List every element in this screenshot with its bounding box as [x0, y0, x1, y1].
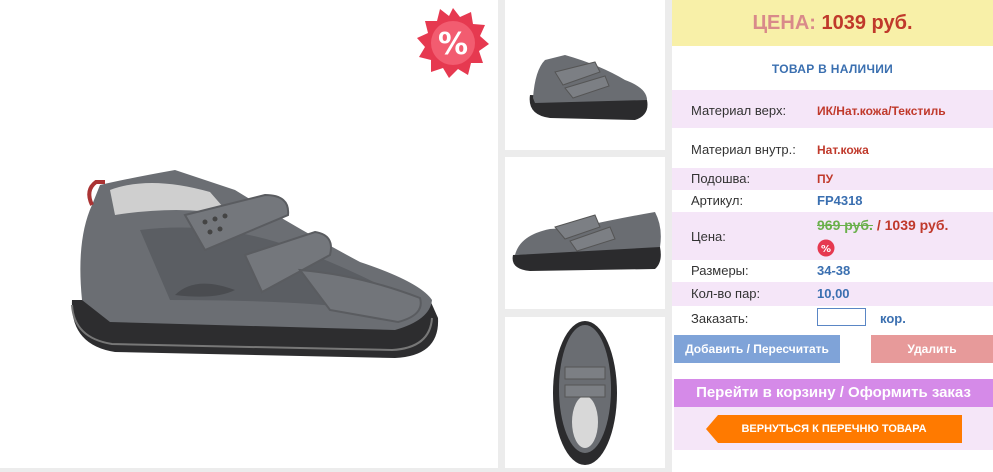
spec-value: 10,00 [817, 286, 850, 301]
spec-row-order: Заказать: кор. [672, 308, 993, 331]
spec-label: Цена: [691, 229, 726, 244]
spec-label: Размеры: [691, 263, 749, 278]
price-value: 1039 руб. [821, 12, 913, 34]
price-separator: / [872, 217, 885, 233]
spec-value: ПУ [817, 172, 834, 186]
spec-row-sole: Подошва: ПУ [672, 168, 993, 190]
svg-text:%: % [821, 244, 831, 255]
spec-row-material-top: Материал верх: ИК/Нат.кожа/Текстиль [672, 90, 993, 128]
thumbnail-2[interactable] [505, 157, 665, 309]
spec-row-sizes: Размеры: 34-38 [672, 260, 993, 282]
spec-value: Нат.кожа [817, 143, 869, 157]
spec-label: Кол-во пар: [691, 286, 761, 301]
back-button-container: ВЕРНУТЬСЯ К ПЕРЕЧНЮ ТОВАРА [674, 407, 993, 450]
price-header: ЦЕНА: 1039 руб. [672, 0, 993, 46]
main-product-image[interactable]: % [0, 0, 498, 468]
spec-label: Материал верх: [691, 103, 787, 118]
spec-label: Заказать: [691, 311, 749, 326]
svg-text:%: % [438, 27, 468, 62]
shoe-thumbnail-top [553, 321, 617, 465]
thumbnail-1[interactable] [505, 0, 665, 150]
spec-label: Подошва: [691, 171, 751, 186]
spec-label: Материал внутр.: [691, 142, 796, 157]
spec-value: FP4318 [817, 193, 863, 208]
spec-value: ИК/Нат.кожа/Текстиль [817, 104, 946, 118]
spec-row-article: Артикул: FP4318 [672, 190, 993, 212]
spec-value: 34-38 [817, 263, 851, 278]
spec-row-price: Цена: 969 руб. / 1039 руб. % [672, 212, 993, 260]
discount-mini-icon: % [817, 239, 835, 257]
price-label: ЦЕНА: [752, 12, 816, 34]
delete-button[interactable]: Удалить [871, 335, 993, 363]
back-to-list-button[interactable]: ВЕРНУТЬСЯ К ПЕРЕЧНЮ ТОВАРА [706, 415, 962, 443]
thumbnail-3[interactable] [505, 317, 665, 468]
spec-label: Артикул: [691, 193, 744, 208]
order-quantity-input[interactable] [817, 308, 866, 326]
add-recalculate-button[interactable]: Добавить / Пересчитать [674, 335, 840, 363]
product-info-panel: ЦЕНА: 1039 руб. ТОВАР В НАЛИЧИИ Материал… [672, 0, 993, 472]
discount-badge-icon: % [417, 8, 489, 78]
new-price: 1039 руб. [884, 217, 949, 233]
stock-status: ТОВАР В НАЛИЧИИ [771, 62, 894, 76]
old-price: 969 руб. [817, 217, 873, 233]
spec-row-pairs: Кол-во пар: 10,00 [672, 282, 993, 306]
go-to-cart-button[interactable]: Перейти в корзину / Оформить заказ [674, 379, 993, 407]
price-compare: 969 руб. / 1039 руб. [817, 217, 948, 233]
spec-row-material-inner: Материал внутр.: Нат.кожа [672, 128, 993, 168]
shoe-thumbnail-side [512, 212, 661, 271]
order-unit: кор. [880, 311, 906, 326]
shoe-thumbnail-angle [529, 55, 648, 120]
